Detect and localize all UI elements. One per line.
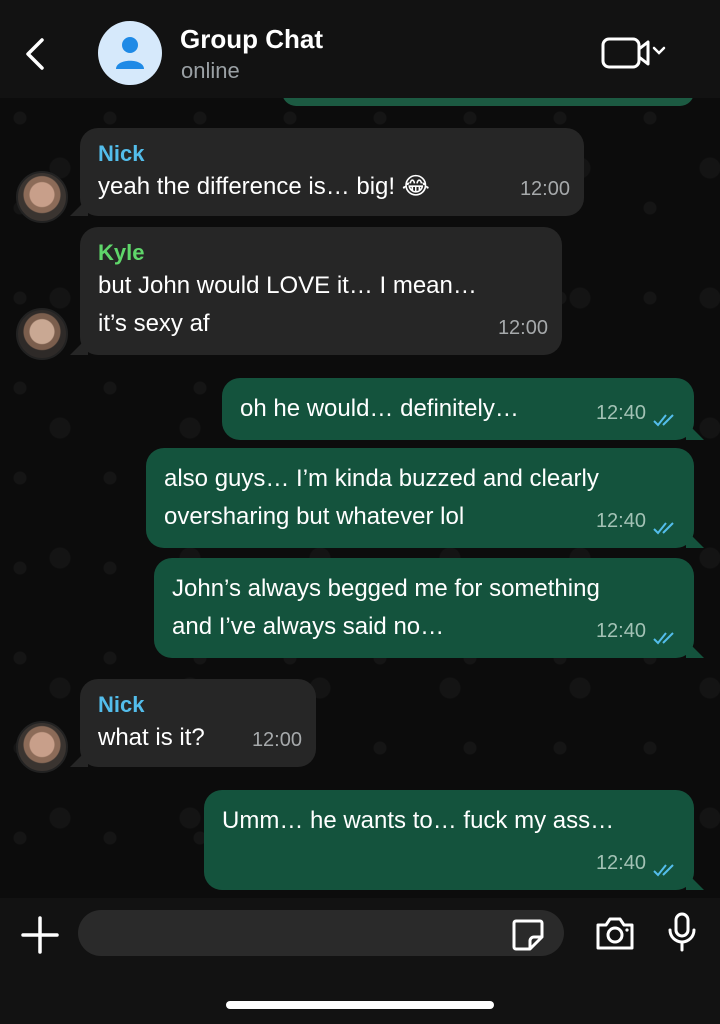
message-bubble-incoming[interactable]: Nick yeah the difference is… big! 😂 12:0… <box>70 128 584 216</box>
message-text: yeah the difference is… big! 😂 <box>98 173 430 200</box>
message-time: 12:00 <box>497 317 548 339</box>
message-time: 12:00 <box>519 178 570 200</box>
microphone-icon[interactable] <box>666 911 698 953</box>
camera-icon[interactable] <box>594 914 636 952</box>
read-receipt-icon <box>653 864 674 877</box>
chevron-left-icon[interactable] <box>20 36 52 72</box>
sticker-icon[interactable] <box>510 917 546 953</box>
message-text-line: it’s sexy af <box>98 310 210 337</box>
kyle-avatar[interactable] <box>16 308 68 360</box>
message-bubble-incoming[interactable]: Nick what is it? 12:00 <box>70 679 316 767</box>
message-bubble-incoming[interactable]: Kyle but John would LOVE it… I mean… it’… <box>70 227 562 355</box>
message-text-line: also guys… I’m kinda buzzed and clearly <box>164 465 599 492</box>
read-receipt-icon <box>653 414 674 427</box>
previous-image-message[interactable] <box>282 98 694 106</box>
chat-status: online <box>181 58 240 83</box>
message-time: 12:40 <box>595 510 646 532</box>
plus-icon[interactable] <box>20 915 60 955</box>
message-time: 12:40 <box>595 852 646 874</box>
message-bubble-outgoing[interactable]: John’s always begged me for something an… <box>154 558 704 658</box>
group-avatar[interactable] <box>98 21 162 85</box>
home-indicator[interactable] <box>226 1001 494 1009</box>
message-text-line: but John would LOVE it… I mean… <box>98 272 477 299</box>
nick-avatar[interactable] <box>16 171 68 223</box>
chat-title[interactable]: Group Chat <box>180 24 323 55</box>
nick-avatar[interactable] <box>16 721 68 773</box>
read-receipt-icon <box>653 522 674 535</box>
message-bubble-outgoing[interactable]: oh he would… definitely… 12:40 <box>222 378 704 440</box>
sender-name: Nick <box>98 692 145 717</box>
video-call-icon[interactable] <box>600 36 670 70</box>
chat-header: Group Chat online <box>0 0 720 98</box>
message-list[interactable]: Nick yeah the difference is… big! 😂 12:0… <box>0 98 720 898</box>
message-time: 12:40 <box>595 402 646 424</box>
sender-name: Kyle <box>98 240 145 265</box>
composer-bar <box>0 898 720 1024</box>
message-bubble-outgoing[interactable]: also guys… I’m kinda buzzed and clearly … <box>146 448 704 548</box>
message-bubble-outgoing[interactable]: Umm… he wants to… fuck my ass… 12:40 <box>204 790 704 890</box>
message-time: 12:00 <box>251 729 302 751</box>
message-text: Umm… he wants to… fuck my ass… <box>222 807 615 834</box>
message-time: 12:40 <box>595 620 646 642</box>
message-input[interactable] <box>78 910 564 956</box>
sender-name: Nick <box>98 141 145 166</box>
read-receipt-icon <box>653 632 674 645</box>
person-icon <box>116 37 144 69</box>
message-text-line: John’s always begged me for something <box>172 575 600 602</box>
